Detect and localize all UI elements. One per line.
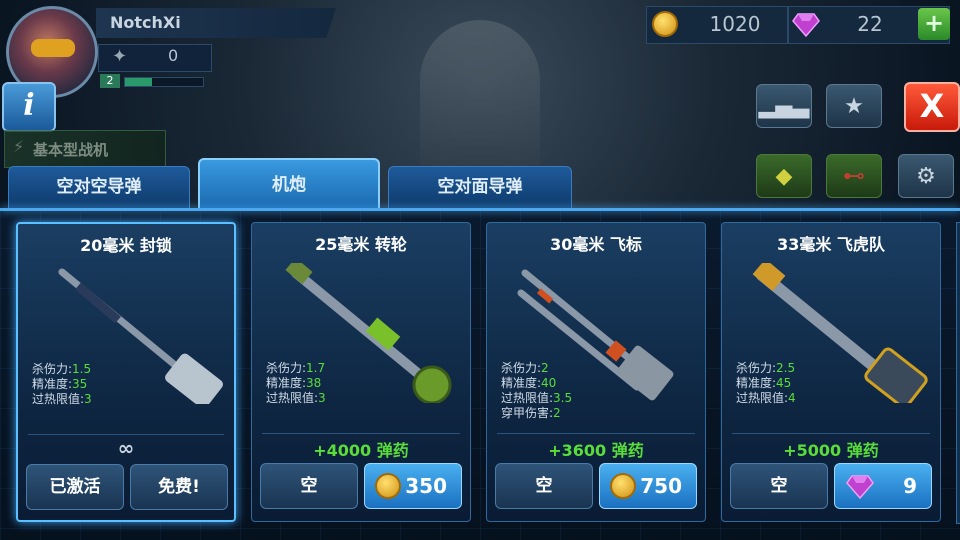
weapon-stats: 杀伤力:2.5 精准度:45 过热限值:4 xyxy=(736,361,796,405)
fighter-type-tag[interactable]: ⚡ 基本型战机 xyxy=(4,130,166,168)
hangar-door xyxy=(420,20,540,190)
add-currency-button[interactable]: + xyxy=(918,8,950,40)
info-button[interactable]: i xyxy=(2,82,56,132)
player-name: NotchXi xyxy=(110,13,181,32)
xp-fill xyxy=(125,78,153,86)
rank-count: 0 xyxy=(168,46,179,65)
buy-button[interactable]: 9 xyxy=(834,463,932,509)
free-button[interactable]: 免费! xyxy=(130,464,228,510)
favorites-button[interactable]: ★ xyxy=(826,84,882,128)
weapon-stats: 杀伤力:1.7 精准度:38 过热限值:3 xyxy=(266,361,326,405)
gem-balance: 22 xyxy=(857,12,883,36)
xp-bar xyxy=(124,77,204,87)
gem-icon xyxy=(792,13,820,38)
weapon-name: 25毫米 转轮 xyxy=(315,235,407,254)
settings-button[interactable]: ⚙ xyxy=(898,154,954,198)
wings-icon: ⊷ xyxy=(843,163,865,189)
ammo-offer: +4000 弹药 xyxy=(313,441,409,460)
weapon-name: 20毫米 封锁 xyxy=(80,236,172,255)
price: 350 xyxy=(405,474,447,498)
diamond-icon: ◆ xyxy=(775,163,793,189)
card-divider xyxy=(28,434,224,435)
tab-underline xyxy=(0,208,960,211)
card-divider xyxy=(497,433,695,434)
empty-button[interactable]: 空 xyxy=(260,463,358,509)
lightning-icon: ⚡ xyxy=(13,137,25,156)
buy-button[interactable]: 350 xyxy=(364,463,462,509)
gem-icon xyxy=(846,475,874,500)
empty-button[interactable]: 空 xyxy=(495,463,593,509)
tab-air-to-air-missile[interactable]: 空对空导弹 xyxy=(8,166,190,210)
avatar-visor xyxy=(31,39,75,57)
coin-balance: 1020 xyxy=(709,12,761,36)
weapon-card[interactable]: 33毫米 飞虎队 杀伤力:2.5 精准度:45 过热限值:4 +5000 弹药 … xyxy=(721,222,941,522)
card-divider xyxy=(732,433,930,434)
close-button[interactable]: X xyxy=(904,82,960,132)
weapon-card[interactable]: 25毫米 转轮 杀伤力:1.7 精准度:38 过热限值:3 +4000 弹药 空… xyxy=(251,222,471,522)
podium-icon: ▂▄▃ xyxy=(758,93,810,119)
rank-insignia-icon: ✦ xyxy=(112,46,128,67)
wings-button[interactable]: ⊷ xyxy=(826,154,882,198)
gem-shop-button[interactable]: ◆ xyxy=(756,154,812,198)
coin-icon xyxy=(375,473,401,499)
weapon-stats: 杀伤力:2 精准度:40 过热限值:3.5 穿甲伤害:2 xyxy=(501,361,573,420)
gear-icon: ⚙ xyxy=(916,163,936,189)
coin-icon xyxy=(652,11,678,37)
coin-icon xyxy=(610,473,636,499)
fighter-type-label: 基本型战机 xyxy=(33,141,109,159)
leaderboard-button[interactable]: ▂▄▃ xyxy=(756,84,812,128)
weapon-card[interactable]: 30毫米 飞标 杀伤力:2 精准度:40 过热限值:3.5 穿甲伤害:2 +36… xyxy=(486,222,706,522)
activated-button[interactable]: 已激活 xyxy=(26,464,124,510)
ammo-offer: +3600 弹药 xyxy=(548,441,644,460)
weapon-card-partial[interactable] xyxy=(956,222,960,524)
price: 750 xyxy=(640,474,682,498)
card-divider xyxy=(262,433,460,434)
weapon-name: 30毫米 飞标 xyxy=(550,235,642,254)
ammo-count: ∞ xyxy=(117,436,135,460)
price: 9 xyxy=(903,474,917,498)
buy-button[interactable]: 750 xyxy=(599,463,697,509)
empty-button[interactable]: 空 xyxy=(730,463,828,509)
tab-air-to-surface-missile[interactable]: 空对面导弹 xyxy=(388,166,572,210)
tab-cannon[interactable]: 机炮 xyxy=(198,158,380,210)
weapon-name: 33毫米 飞虎队 xyxy=(777,235,885,254)
weapon-stats: 杀伤力:1.5 精准度:35 过热限值:3 xyxy=(32,362,92,406)
ammo-offer: +5000 弹药 xyxy=(783,441,879,460)
weapon-card[interactable]: 20毫米 封锁 杀伤力:1.5 精准度:35 过热限值:3 ∞ 已激活 免费! xyxy=(16,222,236,522)
level-badge: 2 xyxy=(100,74,120,88)
star-icon: ★ xyxy=(844,93,864,119)
